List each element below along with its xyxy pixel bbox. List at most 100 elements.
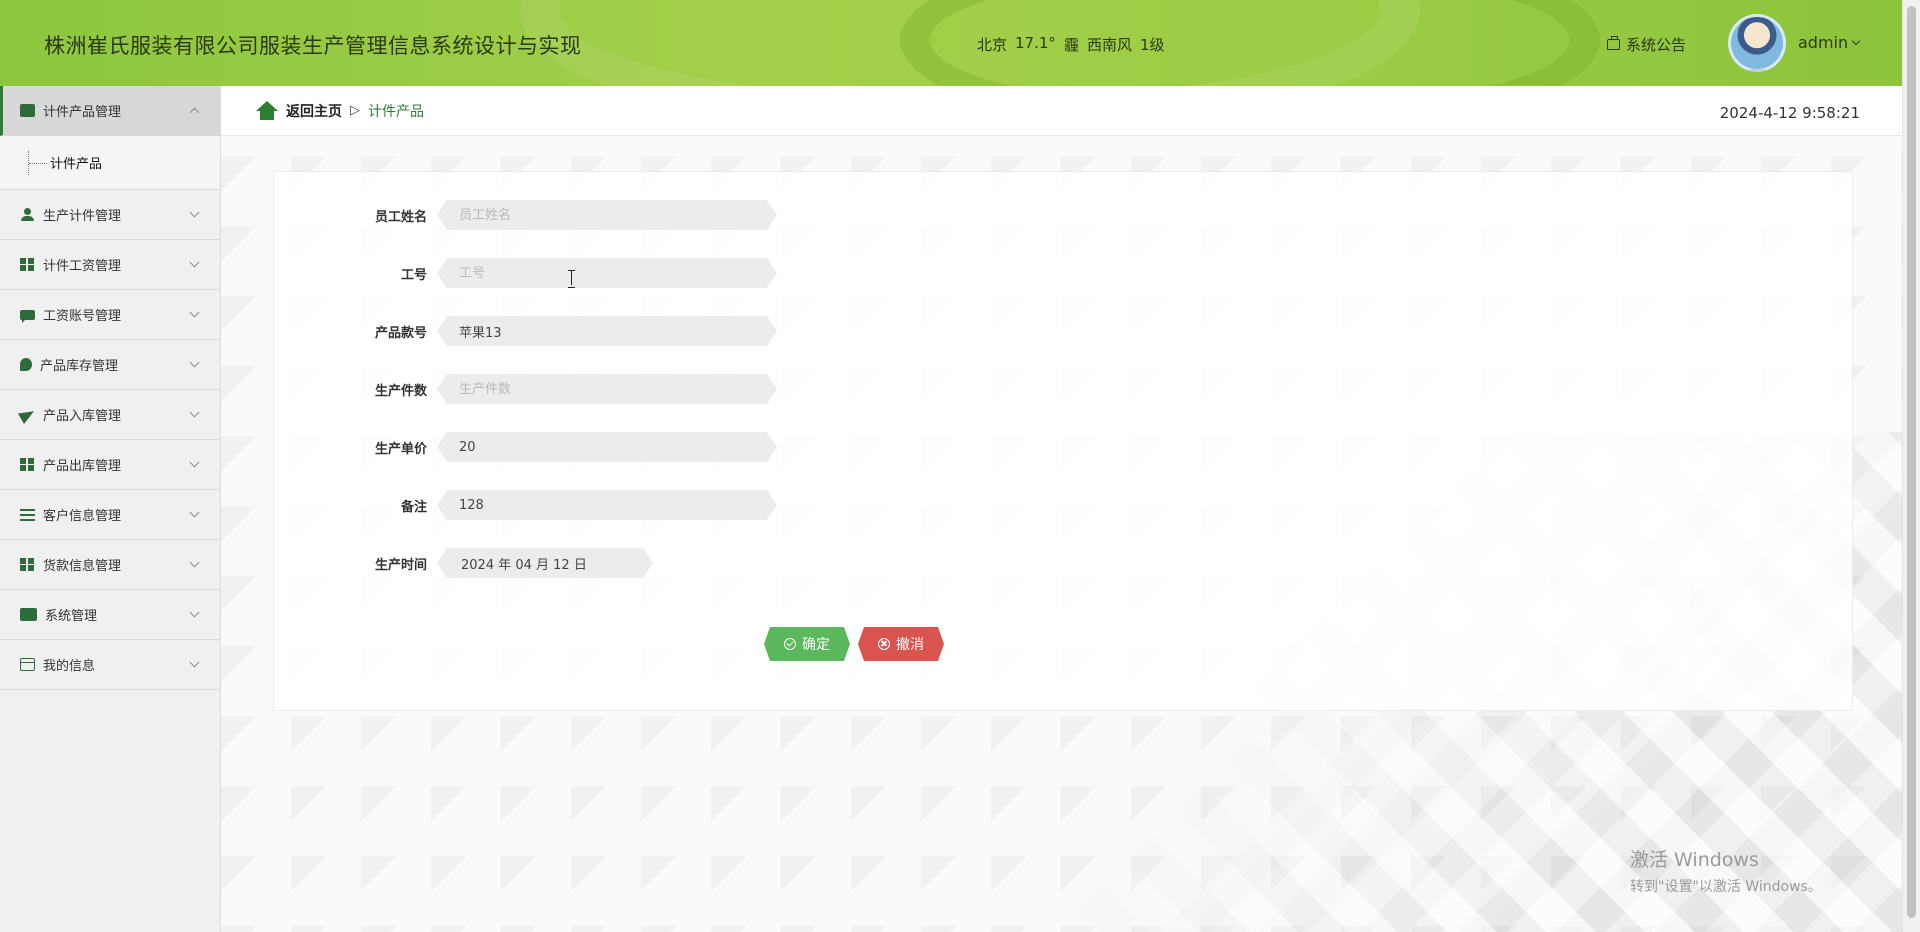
wallet-icon (20, 104, 35, 117)
unit-price-input[interactable] (437, 432, 777, 462)
chevron-down-icon (189, 257, 200, 268)
card-icon (20, 658, 35, 671)
employee-name-label: 员工姓名 (374, 209, 427, 225)
user-menu[interactable]: admin (1798, 33, 1861, 52)
watermark-line1: 激活 Windows (1630, 849, 1759, 871)
site-title: 株洲崔氏服装有限公司服装生产管理信息系统设计与实现 (44, 34, 582, 58)
leaf-icon (20, 358, 32, 371)
sidebar-subitem-label: 计件产品 (50, 157, 103, 172)
sidebar-item-my-info[interactable]: 我的信息 (0, 640, 220, 690)
sidebar-item-label: 计件工资管理 (43, 259, 122, 274)
chevron-down-icon (189, 457, 200, 468)
sidebar-item-label: 产品库存管理 (40, 359, 119, 374)
product-style-label: 产品款号 (374, 325, 427, 341)
remark-input[interactable] (437, 490, 777, 520)
breadcrumb-home-link[interactable]: 返回主页 (286, 101, 342, 121)
home-icon[interactable] (256, 100, 278, 121)
remark-label: 备注 (400, 499, 427, 515)
sidebar-item-label: 计件产品管理 (43, 105, 122, 120)
notice-label: 系统公告 (1626, 36, 1687, 54)
chat-icon (20, 309, 35, 323)
chevron-down-icon (189, 657, 200, 668)
close-circle-icon (878, 638, 890, 650)
date-picker (437, 548, 653, 578)
form-row-employee-name: 员工姓名 (274, 200, 777, 230)
sidebar-item-wage-account-mgmt[interactable]: 工资账号管理 (0, 290, 220, 340)
sidebar-item-piece-wage-mgmt[interactable]: 计件工资管理 (0, 240, 220, 290)
sidebar-item-label: 我的信息 (43, 659, 96, 674)
paper-plane-icon (18, 405, 37, 424)
windows-activation-watermark: 激活 Windows 转到"设置"以激活 Windows。 (1630, 845, 1822, 896)
employee-id-input[interactable] (437, 258, 777, 288)
sidebar-item-label: 产品出库管理 (43, 459, 122, 474)
sidebar-item-label: 工资账号管理 (43, 309, 122, 324)
form-row-product-style: 产品款号 (274, 316, 777, 346)
sidebar-item-stock-mgmt[interactable]: 产品库存管理 (0, 340, 220, 390)
tree-line (28, 150, 48, 175)
list-icon (20, 508, 35, 521)
grid-icon (20, 458, 35, 471)
weather-city: 北京 (977, 36, 1008, 54)
sidebar-item-piece-product-mgmt[interactable]: 计件产品管理 (0, 86, 220, 136)
top-header: 株洲崔氏服装有限公司服装生产管理信息系统设计与实现 北京 17.1° 霾 西南风… (0, 0, 1902, 86)
sidebar: 计件产品管理 计件产品 生产计件管理 计件工资管理 工资账号管理 产品库存管理 … (0, 86, 221, 932)
piece-product-form: 员工姓名 工号 产品款号 生产件数 生产单价 备注 生产时间 (273, 171, 1853, 711)
sidebar-item-label: 系统管理 (45, 609, 98, 624)
breadcrumb-current: 计件产品 (368, 103, 424, 120)
production-date-input[interactable] (437, 548, 653, 578)
chevron-down-icon (189, 507, 200, 518)
breadcrumb: 返回主页 ▷ 计件产品 2024-4-12 9:58:21 (221, 86, 1902, 136)
sidebar-item-system-mgmt[interactable]: 系统管理 (0, 590, 220, 640)
sidebar-item-label: 货款信息管理 (43, 559, 122, 574)
username: admin (1798, 33, 1849, 52)
current-datetime: 2024-4-12 9:58:21 (1719, 104, 1860, 122)
sidebar-subitem-piece-product[interactable]: 计件产品 (0, 136, 220, 190)
scrollbar-thumb[interactable] (1907, 6, 1916, 918)
sidebar-item-payment-mgmt[interactable]: 货款信息管理 (0, 540, 220, 590)
sidebar-item-label: 客户信息管理 (43, 509, 122, 524)
sidebar-item-customer-mgmt[interactable]: 客户信息管理 (0, 490, 220, 540)
page-scrollbar[interactable] (1902, 0, 1920, 932)
cancel-button[interactable]: 撤消 (858, 627, 944, 661)
grid-icon (20, 558, 35, 571)
form-row-production-date: 生产时间 (274, 548, 653, 578)
sidebar-item-inbound-mgmt[interactable]: 产品入库管理 (0, 390, 220, 440)
form-row-quantity: 生产件数 (274, 374, 777, 404)
chevron-down-icon (189, 407, 200, 418)
watermark-line2: 转到"设置"以激活 Windows。 (1630, 879, 1822, 895)
form-row-unit-price: 生产单价 (274, 432, 777, 462)
weather-widget: 北京 17.1° 霾 西南风 1级 (977, 34, 1165, 55)
confirm-label: 确定 (802, 637, 830, 653)
chevron-up-icon (189, 107, 200, 117)
product-style-input[interactable] (437, 316, 777, 346)
notice-icon (1607, 36, 1620, 50)
grid-icon (20, 258, 35, 271)
quantity-label: 生产件数 (374, 383, 427, 399)
employee-id-label: 工号 (400, 267, 427, 283)
employee-name-input[interactable] (437, 200, 777, 230)
user-icon (20, 208, 35, 221)
chevron-down-icon (189, 307, 200, 318)
check-circle-icon (784, 638, 796, 650)
confirm-button[interactable]: 确定 (764, 627, 850, 661)
sidebar-item-label: 产品入库管理 (43, 409, 122, 424)
cancel-label: 撤消 (896, 637, 924, 653)
chevron-down-icon (189, 357, 200, 368)
unit-price-label: 生产单价 (374, 441, 427, 457)
weather-condition: 霾 (1063, 36, 1079, 54)
sidebar-item-production-piece-mgmt[interactable]: 生产计件管理 (0, 190, 220, 240)
avatar[interactable] (1728, 14, 1786, 72)
sidebar-item-outbound-mgmt[interactable]: 产品出库管理 (0, 440, 220, 490)
production-date-label: 生产时间 (374, 557, 427, 573)
ticket-icon (20, 608, 37, 621)
chevron-down-icon (189, 607, 200, 618)
sidebar-item-label: 生产计件管理 (43, 209, 122, 224)
breadcrumb-separator: ▷ (350, 103, 360, 118)
weather-temp: 17.1° (1015, 34, 1056, 52)
chevron-down-icon (189, 557, 200, 568)
chevron-down-icon (1851, 36, 1861, 45)
system-notice-link[interactable]: 系统公告 (1607, 34, 1686, 55)
form-row-remark: 备注 (274, 490, 777, 520)
form-row-employee-id: 工号 (274, 258, 777, 288)
quantity-input[interactable] (437, 374, 777, 404)
